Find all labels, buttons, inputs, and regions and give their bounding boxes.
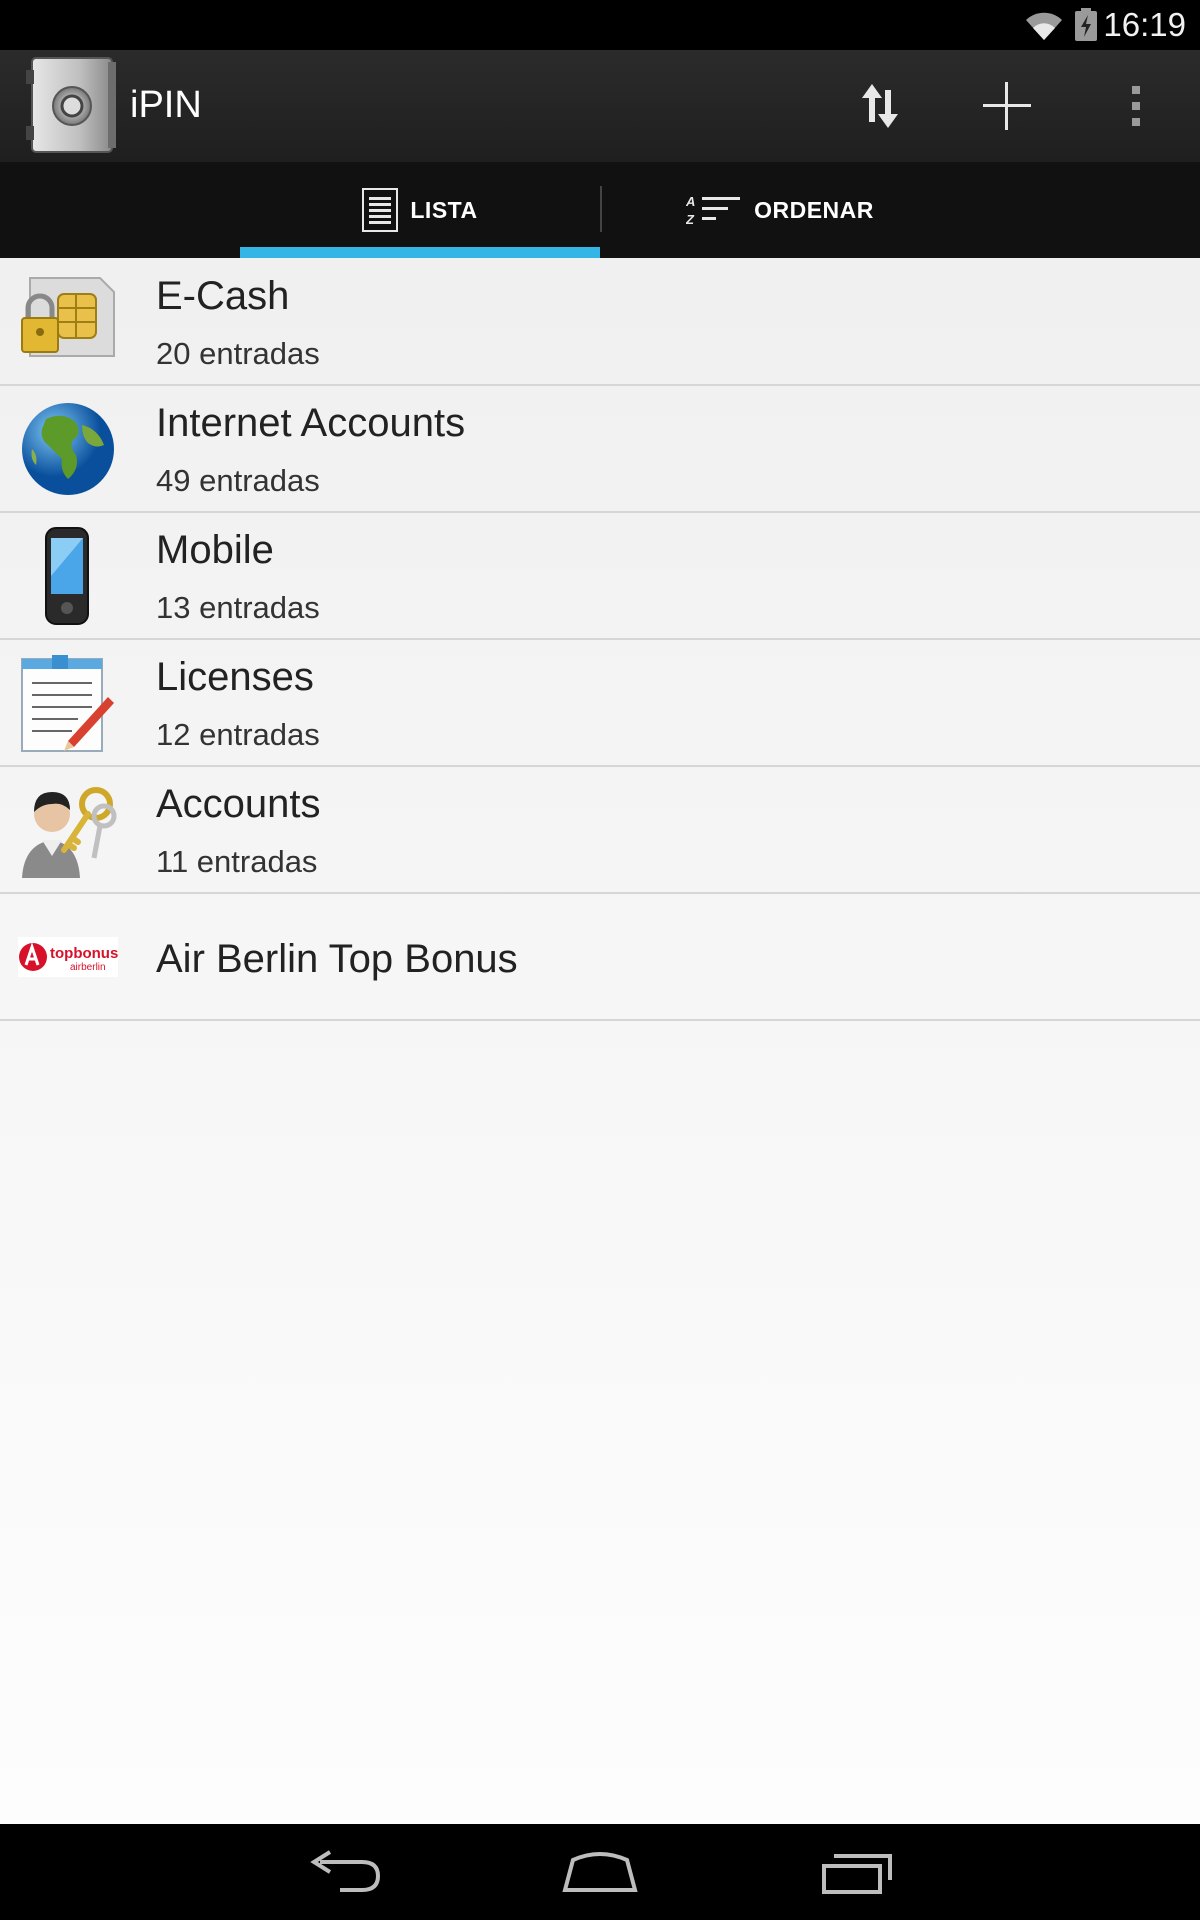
mobile-phone-icon — [45, 527, 89, 625]
tab-lista-label: LISTA — [410, 196, 478, 223]
tab-ordenar[interactable]: A Z ORDENAR — [600, 162, 960, 258]
list-item-count: 13 entradas — [156, 590, 320, 625]
safe-icon[interactable] — [26, 56, 120, 156]
svg-text:Z: Z — [686, 212, 695, 227]
status-time: 16:19 — [1103, 6, 1186, 43]
list-item-accounts[interactable]: Accounts 11 entradas — [0, 766, 1200, 894]
overflow-menu-icon[interactable] — [1106, 76, 1166, 136]
list-item-e-cash[interactable]: E-Cash 20 entradas — [0, 258, 1200, 386]
list-item-mobile[interactable]: Mobile 13 entradas — [0, 512, 1200, 640]
svg-text:topbonus: topbonus — [50, 945, 118, 962]
app-title: iPIN — [130, 84, 202, 126]
list-item-count: 49 entradas — [156, 463, 320, 498]
status-bar: 16:19 — [0, 0, 1200, 50]
list-icon — [362, 188, 399, 232]
sort-updown-icon[interactable] — [850, 76, 910, 136]
user-key-icon — [22, 787, 117, 878]
svg-text:airberlin: airberlin — [70, 962, 106, 973]
globe-icon — [22, 403, 114, 495]
topbonus-logo-icon: topbonus airberlin — [18, 937, 118, 977]
list-item-title: Licenses — [156, 655, 314, 699]
action-bar: iPIN — [0, 50, 1200, 162]
list-item-title: Accounts — [156, 782, 321, 826]
wifi-icon — [1026, 12, 1062, 41]
document-pencil-icon — [21, 655, 114, 752]
list-item-count: 11 entradas — [156, 844, 318, 879]
home-icon[interactable] — [555, 1844, 645, 1900]
category-list: E-Cash 20 entradas Internet Accounts 49 … — [0, 258, 1200, 1824]
list-item-title: E-Cash — [156, 274, 290, 318]
tab-selected-indicator — [240, 247, 600, 258]
list-item-count: 20 entradas — [156, 336, 320, 371]
list-item-title: Mobile — [156, 528, 274, 572]
add-icon[interactable] — [977, 76, 1037, 136]
tab-lista[interactable]: LISTA — [240, 162, 600, 258]
list-item-title: Air Berlin Top Bonus — [156, 937, 518, 981]
list-item-internet-accounts[interactable]: Internet Accounts 49 entradas — [0, 385, 1200, 513]
navigation-bar — [0, 1824, 1200, 1920]
list-item-licenses[interactable]: Licenses 12 entradas — [0, 639, 1200, 767]
recent-apps-icon[interactable] — [812, 1844, 902, 1900]
tab-bar: LISTA A Z ORDENAR — [0, 162, 1200, 259]
list-item-air-berlin-top-bonus[interactable]: topbonus airberlin Air Berlin Top Bonus — [0, 893, 1200, 1021]
svg-text:A: A — [686, 194, 696, 209]
sort-az-icon: A Z — [686, 194, 741, 227]
list-item-title: Internet Accounts — [156, 401, 466, 445]
list-item-count: 12 entradas — [156, 717, 320, 752]
sim-card-lock-icon — [21, 277, 115, 357]
back-icon[interactable] — [300, 1844, 390, 1900]
tab-ordenar-label: ORDENAR — [754, 196, 874, 223]
battery-charging-icon — [1075, 8, 1097, 41]
